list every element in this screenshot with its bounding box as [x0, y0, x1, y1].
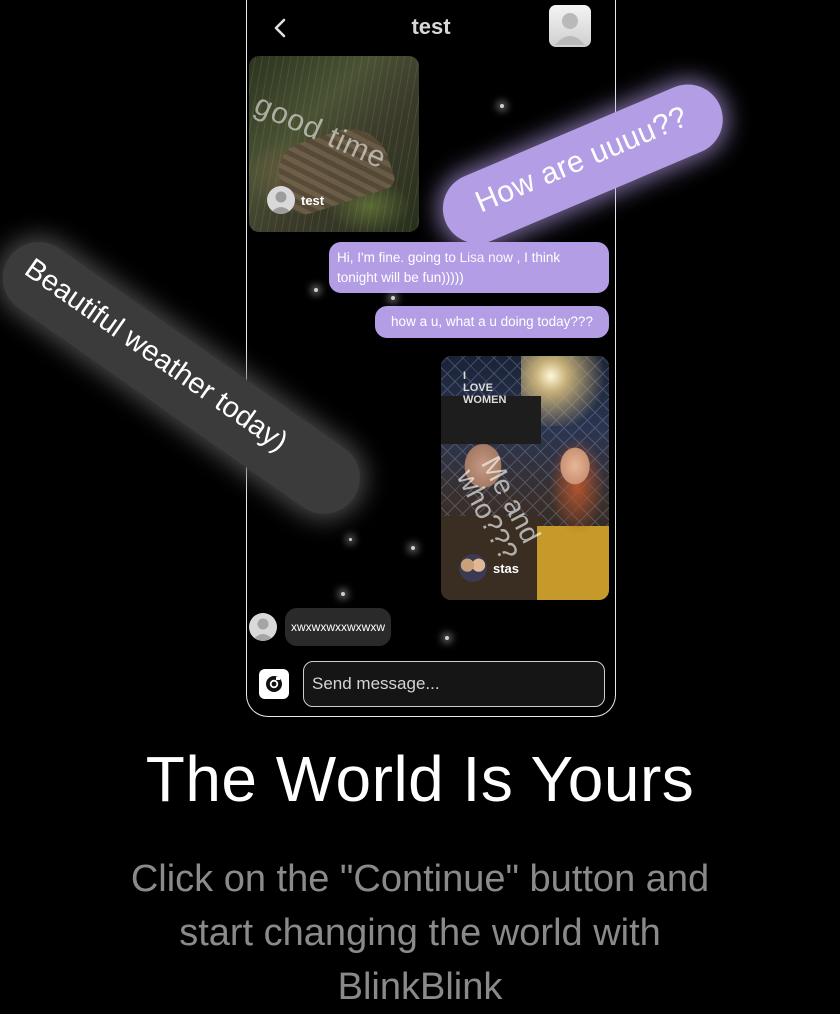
photo-message-1[interactable]: good time test	[249, 56, 419, 232]
photo-sender: test	[267, 186, 324, 214]
photo-sender: stas	[459, 554, 519, 582]
incoming-message-row: xwxwxwxxwxwxw	[249, 608, 391, 646]
sender-name: test	[301, 192, 325, 208]
sender-avatar	[459, 554, 487, 582]
photo-message-2[interactable]: I LOVE WOMEN Me and who??? stas	[441, 356, 609, 600]
sparkle-dot	[445, 636, 449, 640]
outgoing-message[interactable]: how a u, what a u doing today???	[375, 306, 609, 338]
sender-name: stas	[493, 560, 520, 576]
camera-icon	[266, 676, 282, 692]
onboarding-subtitle: Click on the "Continue" button and start…	[130, 858, 710, 1008]
user-avatar-icon	[555, 13, 585, 45]
message-composer	[259, 660, 605, 708]
sparkle-dot	[349, 538, 352, 541]
sparkle-dot	[314, 288, 318, 292]
outgoing-message[interactable]: Hi, I'm fine. going to Lisa now , I thin…	[329, 242, 609, 294]
header-avatar[interactable]	[549, 5, 591, 47]
incoming-message[interactable]: xwxwxwxxwxwxw	[285, 608, 391, 646]
hat-text: I LOVE WOMEN	[463, 370, 507, 407]
user-avatar-icon	[252, 618, 274, 641]
sparkle-dot	[341, 592, 345, 596]
message-input[interactable]	[303, 661, 605, 707]
sparkle-dot	[391, 296, 395, 300]
sender-avatar	[267, 186, 295, 214]
phone-mockup: test good time test Hi, I'm fine. going …	[246, 0, 616, 717]
onboarding-headline: The World Is Yours	[145, 743, 695, 815]
camera-button[interactable]	[259, 669, 289, 699]
user-avatar-icon	[270, 191, 292, 214]
sender-avatar	[249, 613, 277, 641]
sparkle-dot	[411, 546, 415, 550]
sparkle-dot	[500, 104, 504, 108]
photo-person	[537, 416, 609, 600]
